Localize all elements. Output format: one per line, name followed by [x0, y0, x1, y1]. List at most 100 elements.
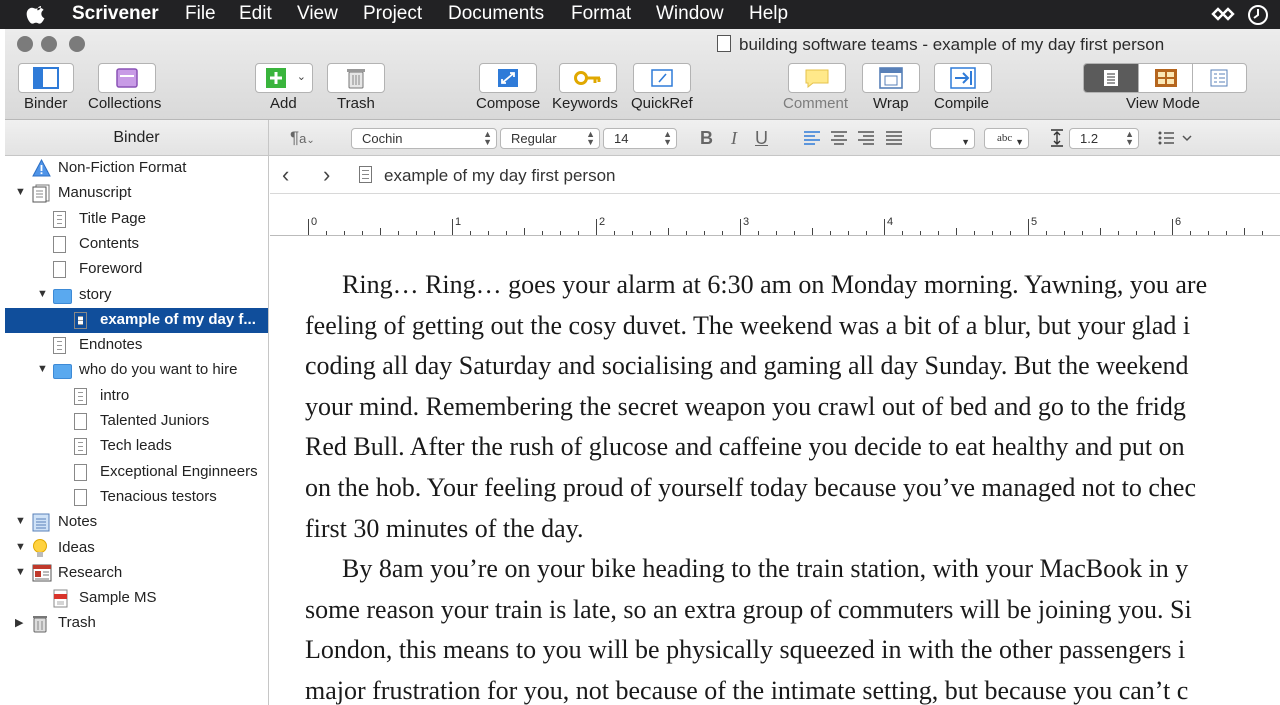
font-family-select[interactable]: Cochin ▲ ▼ [351, 128, 497, 149]
binder-sidebar: Non-Fiction Format ▼ Manuscript Title Page C… [5, 156, 269, 705]
binder-item-tenacious-testors[interactable]: Tenacious testors [5, 485, 268, 510]
disclosure-collapsed-icon[interactable]: ▶ [15, 616, 23, 629]
ruler-tick [866, 231, 867, 235]
ruler-tick [1226, 231, 1227, 235]
comment-button[interactable] [788, 63, 846, 93]
font-style-select[interactable]: Regular ▲ ▼ [500, 128, 600, 149]
ruler-tick [1010, 231, 1011, 235]
menu-edit[interactable]: Edit [239, 3, 272, 25]
back-arrow-icon[interactable]: ‹ [282, 162, 289, 188]
menu-documents[interactable]: Documents [448, 3, 544, 25]
ruler-tick [812, 228, 813, 235]
minimize-window-button[interactable] [41, 36, 57, 52]
menu-help[interactable]: Help [749, 3, 788, 25]
disclosure-expanded-icon[interactable]: ▼ [37, 363, 48, 375]
stepper-icon: ▲ ▼ [1125, 129, 1134, 147]
quickref-icon [651, 69, 673, 87]
compose-button[interactable] [479, 63, 537, 93]
disclosure-expanded-icon[interactable]: ▼ [15, 515, 26, 527]
binder-button[interactable] [18, 63, 74, 93]
apple-icon[interactable] [26, 3, 48, 25]
binder-item-contents[interactable]: Contents [5, 232, 268, 257]
binder-item-manuscript[interactable]: ▼ Manuscript [5, 181, 268, 206]
disclosure-expanded-icon[interactable]: ▼ [15, 566, 26, 578]
binder-item-talented-juniors[interactable]: Talented Juniors [5, 409, 268, 434]
disclosure-expanded-icon[interactable]: ▼ [15, 186, 26, 198]
binder-item-foreword[interactable]: Foreword [5, 257, 268, 282]
text-line: your mind. Remembering the secret weapon… [305, 391, 1186, 421]
add-dropdown-chevron-icon[interactable]: ⌄ [297, 70, 306, 83]
binder-item-intro[interactable]: intro [5, 384, 268, 409]
underline-button[interactable]: U [755, 128, 768, 148]
compile-button[interactable] [934, 63, 992, 93]
view-mode-document-button[interactable] [1084, 64, 1139, 92]
clock-icon[interactable] [1247, 4, 1269, 26]
binder-item-label: story [79, 285, 112, 303]
research-icon [32, 564, 52, 583]
wrap-button[interactable] [862, 63, 920, 93]
menu-project[interactable]: Project [363, 3, 422, 25]
menu-file[interactable]: File [185, 3, 216, 25]
text-color-well[interactable]: ▼ [930, 128, 975, 149]
editor-text-area[interactable]: Ring… Ring… goes your alarm at 6:30 am o… [305, 265, 1280, 705]
binder-item-sample-ms[interactable]: Sample MS [5, 586, 268, 611]
paragraph-styles-icon[interactable]: ¶a⌄ [290, 128, 315, 151]
document-proxy-icon[interactable] [717, 35, 731, 52]
ruler-tick [1244, 228, 1245, 235]
ruler-tick [1154, 231, 1155, 235]
text-line: feeling of getting out the cosy duvet. T… [305, 310, 1191, 340]
ruler[interactable]: 0 1 2 3 4 5 6 [270, 212, 1280, 236]
menu-view[interactable]: View [297, 3, 338, 25]
quickref-button[interactable] [633, 63, 691, 93]
binder-item-endnotes[interactable]: Endnotes [5, 333, 268, 358]
binder-item-story[interactable]: ▼ story [5, 283, 268, 308]
forward-arrow-icon[interactable]: › [323, 162, 330, 188]
binder-item-who-do-you-want-to-hire[interactable]: ▼ who do you want to hire [5, 358, 268, 383]
binder-item-non-fiction-format[interactable]: Non-Fiction Format [5, 156, 268, 181]
binder-item-trash[interactable]: ▶ Trash [5, 611, 268, 636]
align-left-icon[interactable] [803, 130, 821, 145]
binder-item-research[interactable]: ▼ Research [5, 561, 268, 586]
notes-icon [32, 513, 52, 532]
align-right-icon[interactable] [857, 130, 875, 145]
disclosure-expanded-icon[interactable]: ▼ [37, 288, 48, 300]
binder-item-label: example of my day f... [100, 310, 256, 328]
highlight-color-well[interactable]: abc ▼ [984, 128, 1029, 149]
ruler-number: 6 [1175, 216, 1182, 228]
binder-item-ideas[interactable]: ▼ Ideas [5, 536, 268, 561]
view-mode-corkboard-button[interactable] [1138, 64, 1191, 92]
menu-window[interactable]: Window [656, 3, 724, 25]
binder-item-label: Talented Juniors [100, 412, 210, 429]
binder-item-label: Contents [79, 234, 140, 252]
add-button[interactable]: ⌄ [255, 63, 313, 93]
line-spacing-select[interactable]: 1.2 ▲ ▼ [1069, 128, 1139, 149]
ruler-tick [776, 231, 777, 235]
binder-item-label: Sample MS [79, 589, 157, 607]
font-size-select[interactable]: 14 ▲ ▼ [603, 128, 677, 149]
editor-document-title[interactable]: example of my day first person [384, 166, 615, 186]
view-mode-outliner-button[interactable] [1191, 64, 1246, 92]
binder-item-notes[interactable]: ▼ Notes [5, 510, 268, 535]
list-bullets-icon[interactable] [1158, 130, 1192, 146]
close-window-button[interactable] [17, 36, 33, 52]
menu-format[interactable]: Format [571, 3, 631, 25]
binder-item-title-page[interactable]: Title Page [5, 207, 268, 232]
trash-button[interactable] [327, 63, 385, 93]
binder-item-exceptional-enginneers[interactable]: Exceptional Enginneers [5, 460, 268, 485]
ruler-tick [1136, 231, 1137, 235]
align-justify-icon[interactable] [885, 130, 903, 145]
menu-app-name[interactable]: Scrivener [72, 3, 159, 25]
binder-item-example-of-my-day-f[interactable]: example of my day f... [5, 307, 268, 333]
italic-button[interactable]: I [731, 128, 737, 148]
dropbox-status-icon[interactable] [1210, 4, 1238, 24]
binder-item-tech-leads[interactable]: Tech leads [5, 434, 268, 459]
ruler-tick [1208, 231, 1209, 235]
zoom-window-button[interactable] [69, 36, 85, 52]
keywords-button[interactable] [559, 63, 617, 93]
collections-button[interactable] [98, 63, 156, 93]
binder-header: Binder [5, 120, 269, 156]
align-center-icon[interactable] [830, 130, 848, 145]
disclosure-expanded-icon[interactable]: ▼ [15, 541, 26, 553]
pdf-icon [53, 589, 73, 608]
bold-button[interactable]: B [700, 128, 713, 148]
